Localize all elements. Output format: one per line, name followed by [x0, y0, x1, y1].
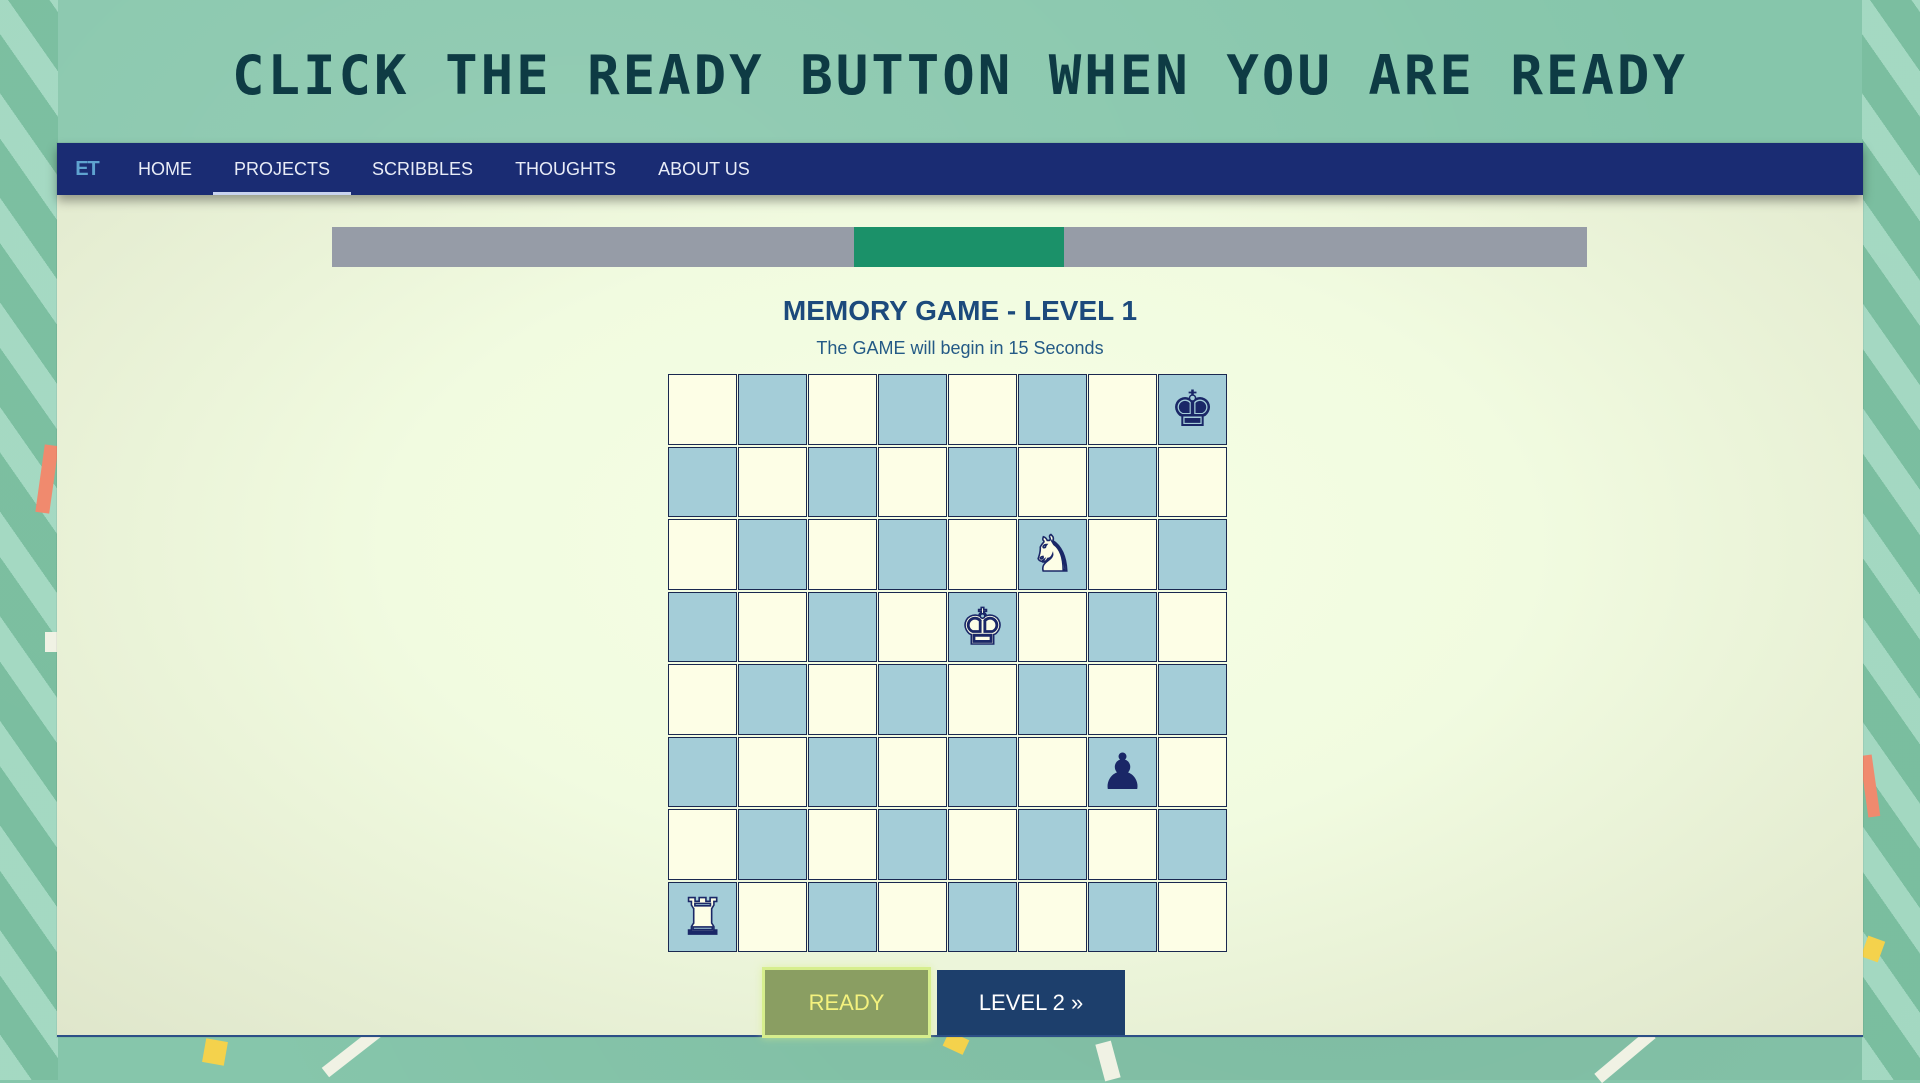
board-square[interactable]: [1018, 591, 1087, 662]
next-level-button[interactable]: LEVEL 2 »: [937, 970, 1125, 1035]
board-square[interactable]: [1018, 374, 1087, 445]
board-square[interactable]: ♞: [1018, 519, 1087, 590]
board-square[interactable]: [1088, 446, 1157, 517]
board-square[interactable]: [1158, 664, 1227, 735]
board-square[interactable]: [668, 519, 737, 590]
board-square[interactable]: [878, 374, 947, 445]
board-square[interactable]: [878, 446, 947, 517]
top-navbar: ET HOME PROJECTS SCRIBBLES THOUGHTS ABOU…: [57, 143, 1863, 195]
board-square[interactable]: [1018, 736, 1087, 807]
board-square[interactable]: [1158, 809, 1227, 880]
board-square[interactable]: [738, 809, 807, 880]
board-square[interactable]: [948, 664, 1017, 735]
board-square[interactable]: [1088, 664, 1157, 735]
board-square[interactable]: [738, 881, 807, 952]
board-square[interactable]: [878, 809, 947, 880]
board-square[interactable]: [668, 446, 737, 517]
board-square[interactable]: [808, 591, 877, 662]
board-square[interactable]: [1018, 664, 1087, 735]
board-square[interactable]: [738, 519, 807, 590]
board-square[interactable]: [878, 736, 947, 807]
board-square[interactable]: [1088, 519, 1157, 590]
board-square[interactable]: [808, 446, 877, 517]
white-rook-icon: ♜: [679, 887, 725, 946]
board-square[interactable]: [948, 809, 1017, 880]
board-square[interactable]: [1158, 736, 1227, 807]
nav-item-scribbles[interactable]: SCRIBBLES: [351, 143, 494, 195]
white-king-icon: ♚: [959, 597, 1005, 656]
board-square[interactable]: [878, 591, 947, 662]
ready-button[interactable]: READY: [765, 970, 928, 1035]
site-logo[interactable]: ET: [57, 143, 117, 195]
right-stripe-decoration: [1862, 0, 1920, 1080]
board-square[interactable]: [808, 374, 877, 445]
board-square[interactable]: [948, 519, 1017, 590]
board-square[interactable]: [668, 591, 737, 662]
board-square[interactable]: [1088, 374, 1157, 445]
board-square[interactable]: [1158, 591, 1227, 662]
board-square[interactable]: [1018, 446, 1087, 517]
board-square[interactable]: [1088, 591, 1157, 662]
nav-item-projects[interactable]: PROJECTS: [213, 143, 352, 195]
board-square[interactable]: [668, 664, 737, 735]
content-panel: ET HOME PROJECTS SCRIBBLES THOUGHTS ABOU…: [57, 143, 1863, 1037]
board-square[interactable]: [948, 374, 1017, 445]
board-square[interactable]: [738, 591, 807, 662]
nav-item-about-us[interactable]: ABOUT US: [637, 143, 771, 195]
board-square[interactable]: [738, 664, 807, 735]
countdown-progress-track: [332, 227, 1587, 267]
board-square[interactable]: [808, 519, 877, 590]
board-square[interactable]: [738, 446, 807, 517]
board-square[interactable]: [808, 664, 877, 735]
game-countdown-text: The GAME will begin in 15 Seconds: [816, 338, 1104, 358]
board-square[interactable]: [738, 374, 807, 445]
nav-item-home[interactable]: HOME: [117, 143, 213, 195]
board-square[interactable]: ♚: [948, 591, 1017, 662]
board-square[interactable]: [1158, 881, 1227, 952]
board-square[interactable]: [1018, 881, 1087, 952]
board-square[interactable]: [878, 664, 947, 735]
nav-item-thoughts[interactable]: THOUGHTS: [494, 143, 637, 195]
board-square[interactable]: [668, 374, 737, 445]
board-square[interactable]: [808, 881, 877, 952]
board-square[interactable]: [948, 446, 1017, 517]
board-square[interactable]: [738, 736, 807, 807]
board-square[interactable]: [948, 736, 1017, 807]
black-pawn-icon: ♟: [1100, 742, 1145, 801]
board-square[interactable]: [948, 881, 1017, 952]
board-square[interactable]: [1088, 809, 1157, 880]
board-square[interactable]: [1158, 519, 1227, 590]
left-stripe-decoration: [0, 0, 58, 1080]
board-square[interactable]: ♟: [1088, 736, 1157, 807]
countdown-progress-fill: [854, 227, 1064, 267]
game-title: MEMORY GAME - LEVEL 1: [782, 295, 1138, 326]
board-square[interactable]: [668, 736, 737, 807]
instruction-headline: CLICK THE READY BUTTON WHEN YOU ARE READ…: [232, 44, 1688, 107]
black-king-icon: ♚: [1170, 380, 1215, 439]
board-square[interactable]: [1088, 881, 1157, 952]
board-square[interactable]: [808, 736, 877, 807]
board-square[interactable]: ♚: [1158, 374, 1227, 445]
board-square[interactable]: [808, 809, 877, 880]
board-square[interactable]: [1158, 446, 1227, 517]
board-square[interactable]: [878, 881, 947, 952]
confetti-decoration: [202, 1038, 228, 1066]
board-square[interactable]: [1018, 809, 1087, 880]
board-square[interactable]: [668, 809, 737, 880]
board-square[interactable]: ♜: [668, 881, 737, 952]
white-knight-icon: ♞: [1029, 525, 1075, 584]
board-square[interactable]: [878, 519, 947, 590]
chess-board: ♚ ♞ ♚ ♟ ♜: [668, 374, 1228, 954]
